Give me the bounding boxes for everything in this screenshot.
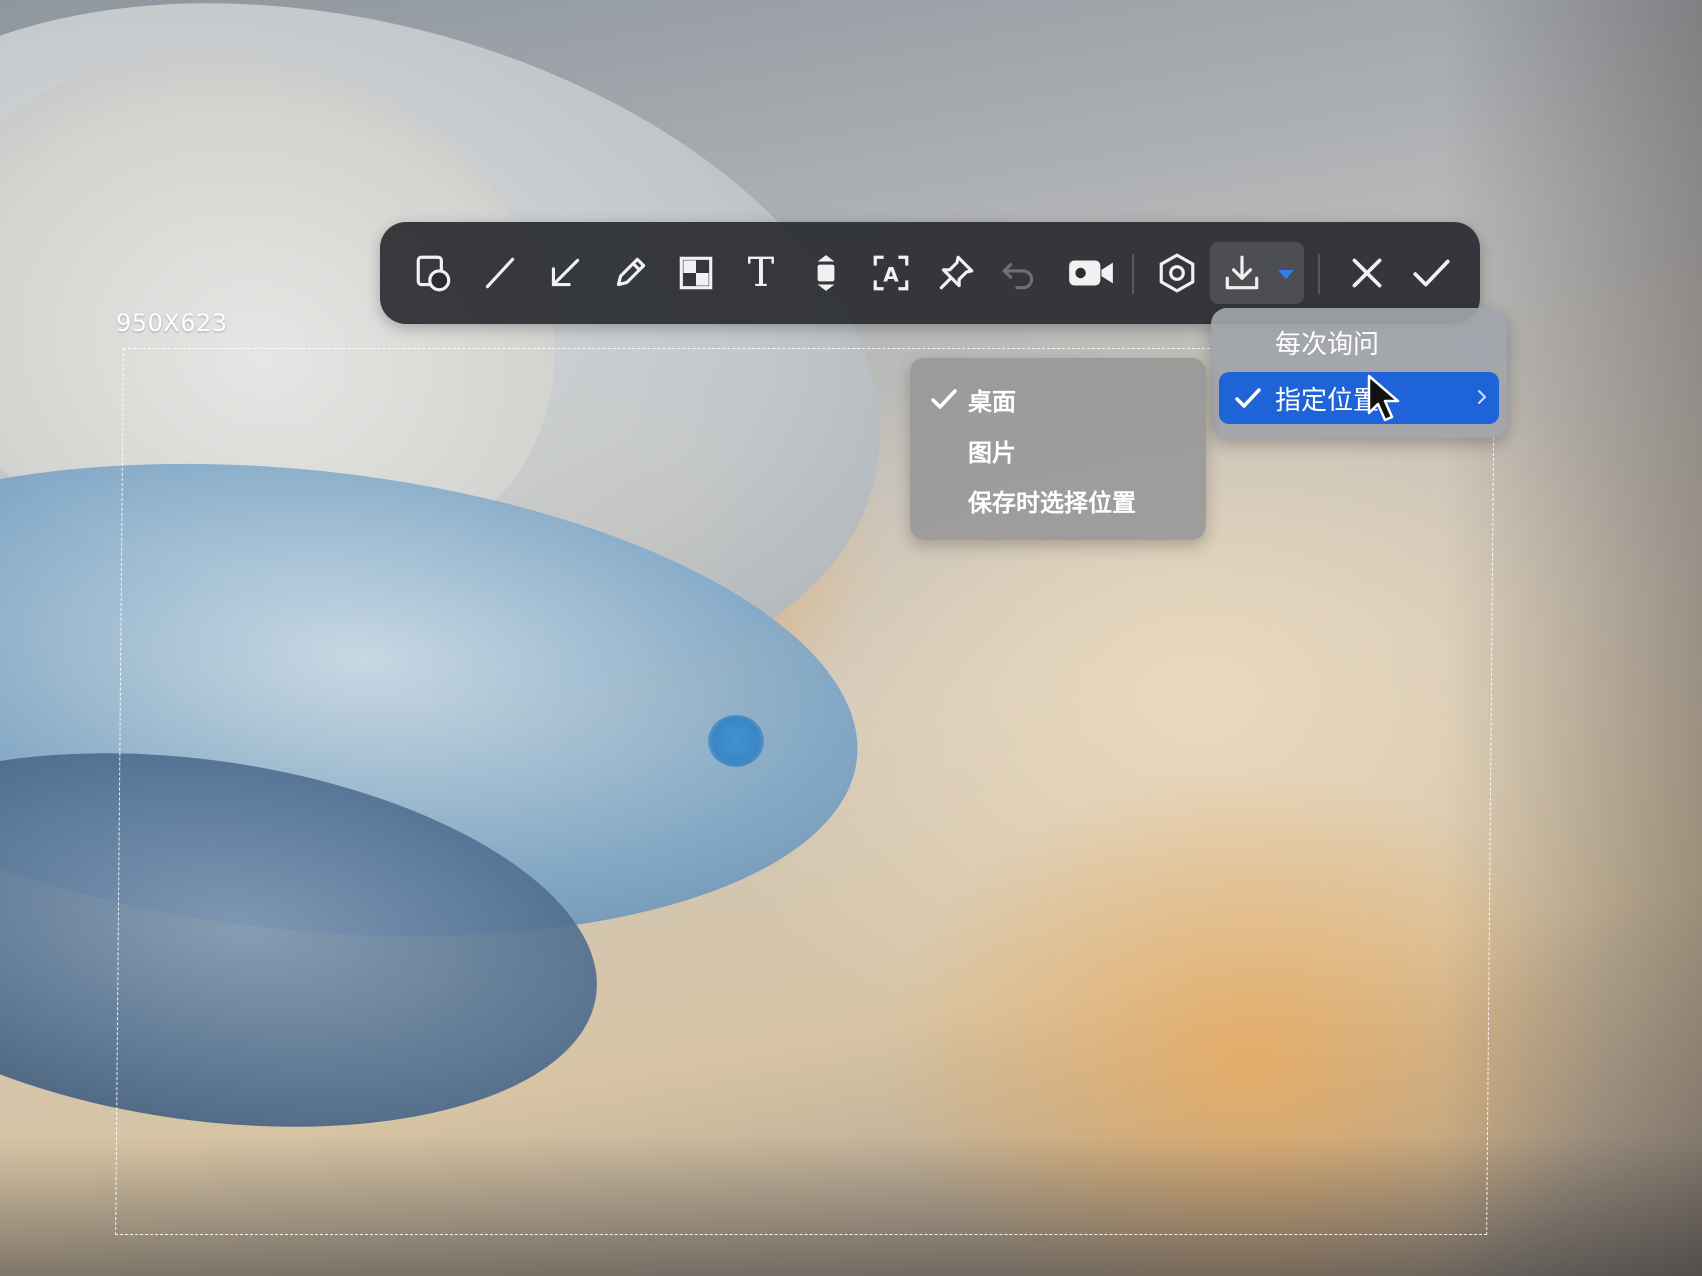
toolbar-separator bbox=[1318, 254, 1320, 294]
text-icon: T bbox=[747, 250, 775, 296]
toolbar-separator bbox=[1132, 254, 1134, 294]
settings-icon bbox=[1159, 253, 1195, 293]
ocr-icon: A bbox=[873, 255, 909, 291]
pin-button[interactable] bbox=[930, 247, 982, 299]
capture-selection-area[interactable] bbox=[115, 348, 1495, 1235]
arrow-icon bbox=[551, 258, 580, 287]
pin-icon bbox=[939, 255, 974, 290]
shape-icon bbox=[416, 255, 451, 292]
undo-icon bbox=[1002, 263, 1034, 290]
submenu-item-label: 保存时选择位置 bbox=[968, 488, 1136, 517]
svg-text:A: A bbox=[883, 262, 899, 286]
confirm-icon bbox=[1413, 259, 1450, 287]
long-screenshot-icon bbox=[817, 255, 835, 291]
submenu-item-pictures[interactable]: 图片 bbox=[910, 425, 1206, 475]
mosaic-icon bbox=[679, 256, 713, 290]
pencil-tool-button[interactable] bbox=[604, 247, 656, 299]
save-options-menu: 每次询问 指定位置 bbox=[1211, 308, 1507, 438]
menu-item-ask-every-time[interactable]: 每次询问 bbox=[1219, 316, 1499, 368]
menu-item-label: 指定位置 bbox=[1275, 385, 1380, 416]
line-tool-button[interactable] bbox=[474, 247, 526, 299]
ocr-button[interactable]: A bbox=[865, 247, 917, 299]
close-icon bbox=[1352, 258, 1382, 288]
menu-item-label: 每次询问 bbox=[1275, 329, 1380, 360]
submenu-item-choose-on-save[interactable]: 保存时选择位置 bbox=[910, 475, 1206, 525]
undo-button[interactable] bbox=[993, 247, 1045, 299]
mouse-cursor-icon bbox=[1367, 374, 1400, 422]
shape-tool-button[interactable] bbox=[408, 247, 460, 299]
chevron-right-icon bbox=[1478, 390, 1487, 404]
submenu-item-label: 图片 bbox=[968, 438, 1016, 467]
confirm-button[interactable] bbox=[1405, 247, 1457, 299]
checkmark-icon bbox=[931, 389, 957, 409]
submenu-item-label: 桌面 bbox=[968, 387, 1016, 416]
menu-item-specified-location[interactable]: 指定位置 bbox=[1219, 372, 1499, 424]
submenu-item-desktop[interactable]: 桌面 bbox=[910, 374, 1206, 424]
arrow-tool-button[interactable] bbox=[539, 247, 591, 299]
line-icon bbox=[485, 257, 515, 289]
text-tool-button[interactable]: T bbox=[735, 247, 787, 299]
record-video-icon bbox=[1069, 260, 1113, 286]
save-icon bbox=[1225, 255, 1259, 290]
pencil-icon bbox=[616, 257, 646, 287]
checkmark-icon bbox=[1235, 388, 1261, 408]
record-video-button[interactable] bbox=[1060, 247, 1122, 299]
settings-button[interactable] bbox=[1151, 247, 1203, 299]
mosaic-tool-button[interactable] bbox=[670, 247, 722, 299]
chevron-down-icon[interactable] bbox=[1278, 270, 1294, 279]
long-screenshot-button[interactable] bbox=[800, 247, 852, 299]
save-location-submenu: 桌面 图片 保存时选择位置 bbox=[910, 358, 1206, 540]
close-button[interactable] bbox=[1341, 247, 1393, 299]
capture-size-label: 950X623 bbox=[116, 309, 228, 337]
